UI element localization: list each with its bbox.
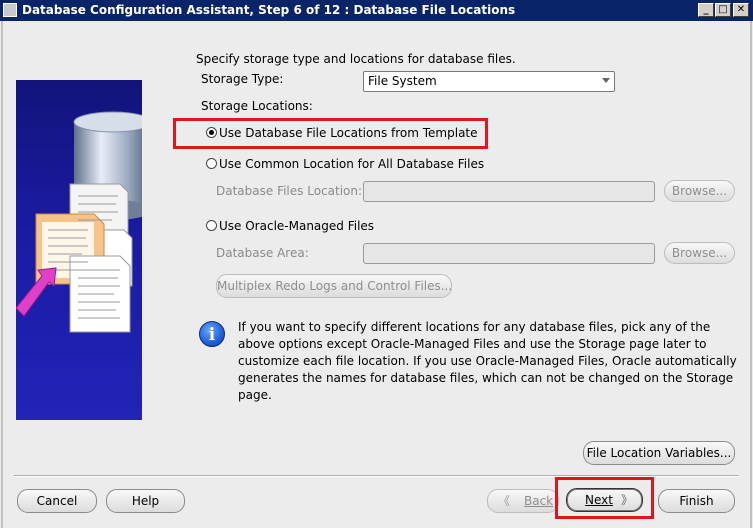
radio-common-location[interactable]: [206, 158, 217, 169]
database-area-label: Database Area:: [216, 246, 309, 260]
chevron-right-icon: 》: [621, 493, 634, 507]
option-oracle-managed-label[interactable]: Use Oracle-Managed Files: [219, 219, 374, 233]
close-button[interactable]: ✕: [733, 3, 749, 17]
db-files-location-label: Database Files Location:: [216, 184, 363, 198]
window-title: Database Configuration Assistant, Step 6…: [22, 3, 516, 17]
app-icon: [3, 3, 17, 17]
storage-locations-label: Storage Locations:: [201, 99, 313, 113]
browse-db-files-button[interactable]: Browse...: [664, 180, 735, 202]
option-template-locations-label[interactable]: Use Database File Locations from Templat…: [219, 126, 478, 140]
intro-text: Specify storage type and locations for d…: [196, 52, 516, 66]
option-common-location-label[interactable]: Use Common Location for All Database Fil…: [219, 157, 484, 171]
next-button-label: Next: [585, 493, 613, 507]
browse-database-area-button[interactable]: Browse...: [664, 242, 735, 264]
radio-oracle-managed[interactable]: [206, 220, 217, 231]
back-button[interactable]: 《 Back: [487, 489, 559, 513]
next-button[interactable]: Next 》: [566, 488, 643, 512]
minimize-button[interactable]: _: [698, 3, 714, 17]
wizard-illustration: [16, 80, 142, 420]
finish-button[interactable]: Finish: [658, 489, 735, 513]
info-text: If you want to specify different locatio…: [238, 320, 737, 402]
radio-template-locations[interactable]: [206, 127, 217, 138]
info-icon: i: [199, 321, 225, 347]
back-button-label: Back: [524, 494, 554, 508]
title-bar: Database Configuration Assistant, Step 6…: [0, 0, 753, 21]
cancel-button[interactable]: Cancel: [17, 489, 97, 513]
database-documents-icon: [16, 111, 142, 333]
storage-type-value: File System: [368, 74, 437, 88]
multiplex-redo-logs-button[interactable]: Multiplex Redo Logs and Control Files...: [216, 274, 452, 298]
database-area-input[interactable]: [363, 243, 655, 264]
db-files-location-input[interactable]: [363, 181, 655, 202]
help-button[interactable]: Help: [106, 489, 185, 513]
maximize-button[interactable]: □: [715, 3, 731, 17]
file-location-variables-button[interactable]: File Location Variables...: [583, 441, 735, 465]
storage-type-select[interactable]: File System: [363, 71, 615, 92]
chevron-down-icon: [602, 78, 610, 83]
storage-type-label: Storage Type:: [201, 72, 284, 86]
chevron-left-icon: 《: [498, 494, 511, 508]
